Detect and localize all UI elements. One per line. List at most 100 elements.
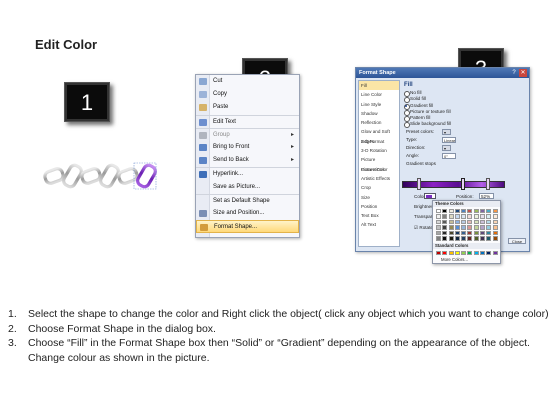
theme-color-swatch[interactable]	[467, 225, 473, 230]
theme-color-swatch[interactable]	[436, 219, 441, 225]
direction-button[interactable]: ▾	[442, 144, 451, 151]
chain-link[interactable]	[117, 167, 139, 185]
theme-color-swatch[interactable]	[454, 225, 460, 230]
category-text-box[interactable]: Text Box	[359, 211, 399, 220]
theme-color-swatch[interactable]	[480, 219, 486, 225]
menu-item-paste[interactable]: Paste	[196, 101, 299, 114]
menu-item-copy[interactable]: Copy	[196, 88, 299, 101]
gradient-stop-3[interactable]	[486, 178, 490, 190]
standard-color-swatch[interactable]	[461, 250, 467, 255]
preset-colors-button[interactable]: ▾	[442, 128, 451, 135]
standard-color-swatch[interactable]	[473, 250, 479, 255]
theme-color-swatch[interactable]	[461, 230, 467, 236]
menu-item-size-and-position[interactable]: Size and Position...	[196, 207, 299, 220]
close-button[interactable]: Close	[508, 238, 526, 244]
theme-color-swatch[interactable]	[461, 209, 467, 214]
position-input[interactable]: 52%	[479, 193, 494, 199]
theme-color-swatch[interactable]	[473, 219, 479, 225]
theme-color-swatch[interactable]	[486, 236, 492, 241]
theme-color-swatch[interactable]	[473, 214, 479, 219]
standard-color-swatch[interactable]	[454, 250, 460, 255]
theme-color-swatch[interactable]	[461, 214, 467, 219]
theme-color-swatch[interactable]	[436, 225, 441, 230]
category-3-d-format[interactable]: 3-D Format	[359, 137, 399, 146]
menu-item-save-as-picture[interactable]: Save as Picture...	[196, 181, 299, 194]
menu-item-send-to-back[interactable]: Send to Back ▸	[196, 154, 299, 167]
theme-color-swatch[interactable]	[492, 236, 498, 241]
menu-item-group[interactable]: Group ▸	[196, 127, 299, 141]
menu-item-format-shape[interactable]: Format Shape...	[196, 220, 299, 234]
theme-color-swatch[interactable]	[436, 236, 441, 241]
theme-color-swatch[interactable]	[448, 236, 454, 241]
theme-color-swatch[interactable]	[461, 236, 467, 241]
theme-color-swatch[interactable]	[436, 214, 441, 219]
theme-color-swatch[interactable]	[448, 209, 454, 214]
chain-link[interactable]	[99, 163, 120, 189]
theme-color-swatch[interactable]	[473, 236, 479, 241]
category-reflection[interactable]: Reflection	[359, 118, 399, 127]
theme-color-swatch[interactable]	[492, 214, 498, 219]
theme-color-swatch[interactable]	[442, 225, 448, 230]
theme-color-swatch[interactable]	[486, 209, 492, 214]
theme-color-swatch[interactable]	[461, 225, 467, 230]
category-fill[interactable]: Fill	[359, 81, 399, 91]
theme-color-swatch[interactable]	[480, 230, 486, 236]
theme-color-swatch[interactable]	[461, 219, 467, 225]
category-position[interactable]: Position	[359, 202, 399, 211]
theme-color-swatch[interactable]	[467, 230, 473, 236]
chain-link[interactable]	[62, 163, 83, 189]
standard-color-swatch[interactable]	[486, 250, 492, 255]
theme-color-swatch[interactable]	[486, 230, 492, 236]
standard-color-swatch[interactable]	[492, 250, 498, 255]
theme-color-swatch[interactable]	[448, 230, 454, 236]
category-shadow[interactable]: Shadow	[359, 109, 399, 118]
theme-color-swatch[interactable]	[480, 214, 486, 219]
theme-color-swatch[interactable]	[473, 225, 479, 230]
theme-color-swatch[interactable]	[454, 236, 460, 241]
theme-color-swatch[interactable]	[448, 225, 454, 230]
menu-item-cut[interactable]: Cut	[196, 75, 299, 88]
theme-color-swatch[interactable]	[492, 225, 498, 230]
theme-color-swatch[interactable]	[448, 214, 454, 219]
theme-color-swatch[interactable]	[454, 214, 460, 219]
theme-color-swatch[interactable]	[480, 225, 486, 230]
menu-item-edit-text[interactable]: Edit Text	[196, 114, 299, 128]
theme-color-swatch[interactable]	[454, 219, 460, 225]
theme-color-swatch[interactable]	[473, 230, 479, 236]
standard-color-swatch[interactable]	[442, 250, 448, 255]
menu-item-hyperlink[interactable]: Hyperlink...	[196, 167, 299, 180]
type-select[interactable]: Linear	[442, 136, 456, 143]
theme-color-swatch[interactable]	[492, 219, 498, 225]
theme-color-swatch[interactable]	[467, 209, 473, 214]
category-artistic-effects[interactable]: Artistic Effects	[359, 174, 399, 183]
category-line-color[interactable]: Line Color	[359, 90, 399, 99]
theme-color-swatch[interactable]	[442, 236, 448, 241]
chain-link[interactable]	[80, 167, 102, 185]
category-picture-corrections[interactable]: Picture Corrections	[359, 155, 399, 171]
category-glow-and-soft-edges[interactable]: Glow and Soft Edges	[359, 127, 399, 143]
theme-color-swatch[interactable]	[442, 214, 448, 219]
standard-color-swatch[interactable]	[480, 250, 486, 255]
theme-color-swatch[interactable]	[442, 219, 448, 225]
chain-link[interactable]	[43, 167, 65, 185]
category-3-d-rotation[interactable]: 3-D Rotation	[359, 146, 399, 155]
theme-color-swatch[interactable]	[448, 219, 454, 225]
category-picture-color[interactable]: Picture Color	[359, 165, 399, 174]
category-crop[interactable]: Crop	[359, 183, 399, 192]
category-size[interactable]: Size	[359, 193, 399, 202]
standard-color-swatch[interactable]	[467, 250, 473, 255]
help-icon[interactable]: ?	[510, 69, 518, 77]
category-line-style[interactable]: Line Style	[359, 100, 399, 109]
theme-color-swatch[interactable]	[454, 230, 460, 236]
gradient-stop-1[interactable]	[417, 178, 421, 190]
theme-color-swatch[interactable]	[492, 209, 498, 214]
theme-color-swatch[interactable]	[486, 214, 492, 219]
theme-color-swatch[interactable]	[467, 214, 473, 219]
theme-color-swatch[interactable]	[442, 230, 448, 236]
theme-color-swatch[interactable]	[492, 230, 498, 236]
close-icon[interactable]: ✕	[519, 69, 527, 77]
standard-color-swatch[interactable]	[436, 250, 441, 255]
theme-color-swatch[interactable]	[486, 225, 492, 230]
more-colors-option[interactable]: More Colors...	[433, 257, 500, 263]
angle-input[interactable]: 0°	[442, 152, 456, 159]
